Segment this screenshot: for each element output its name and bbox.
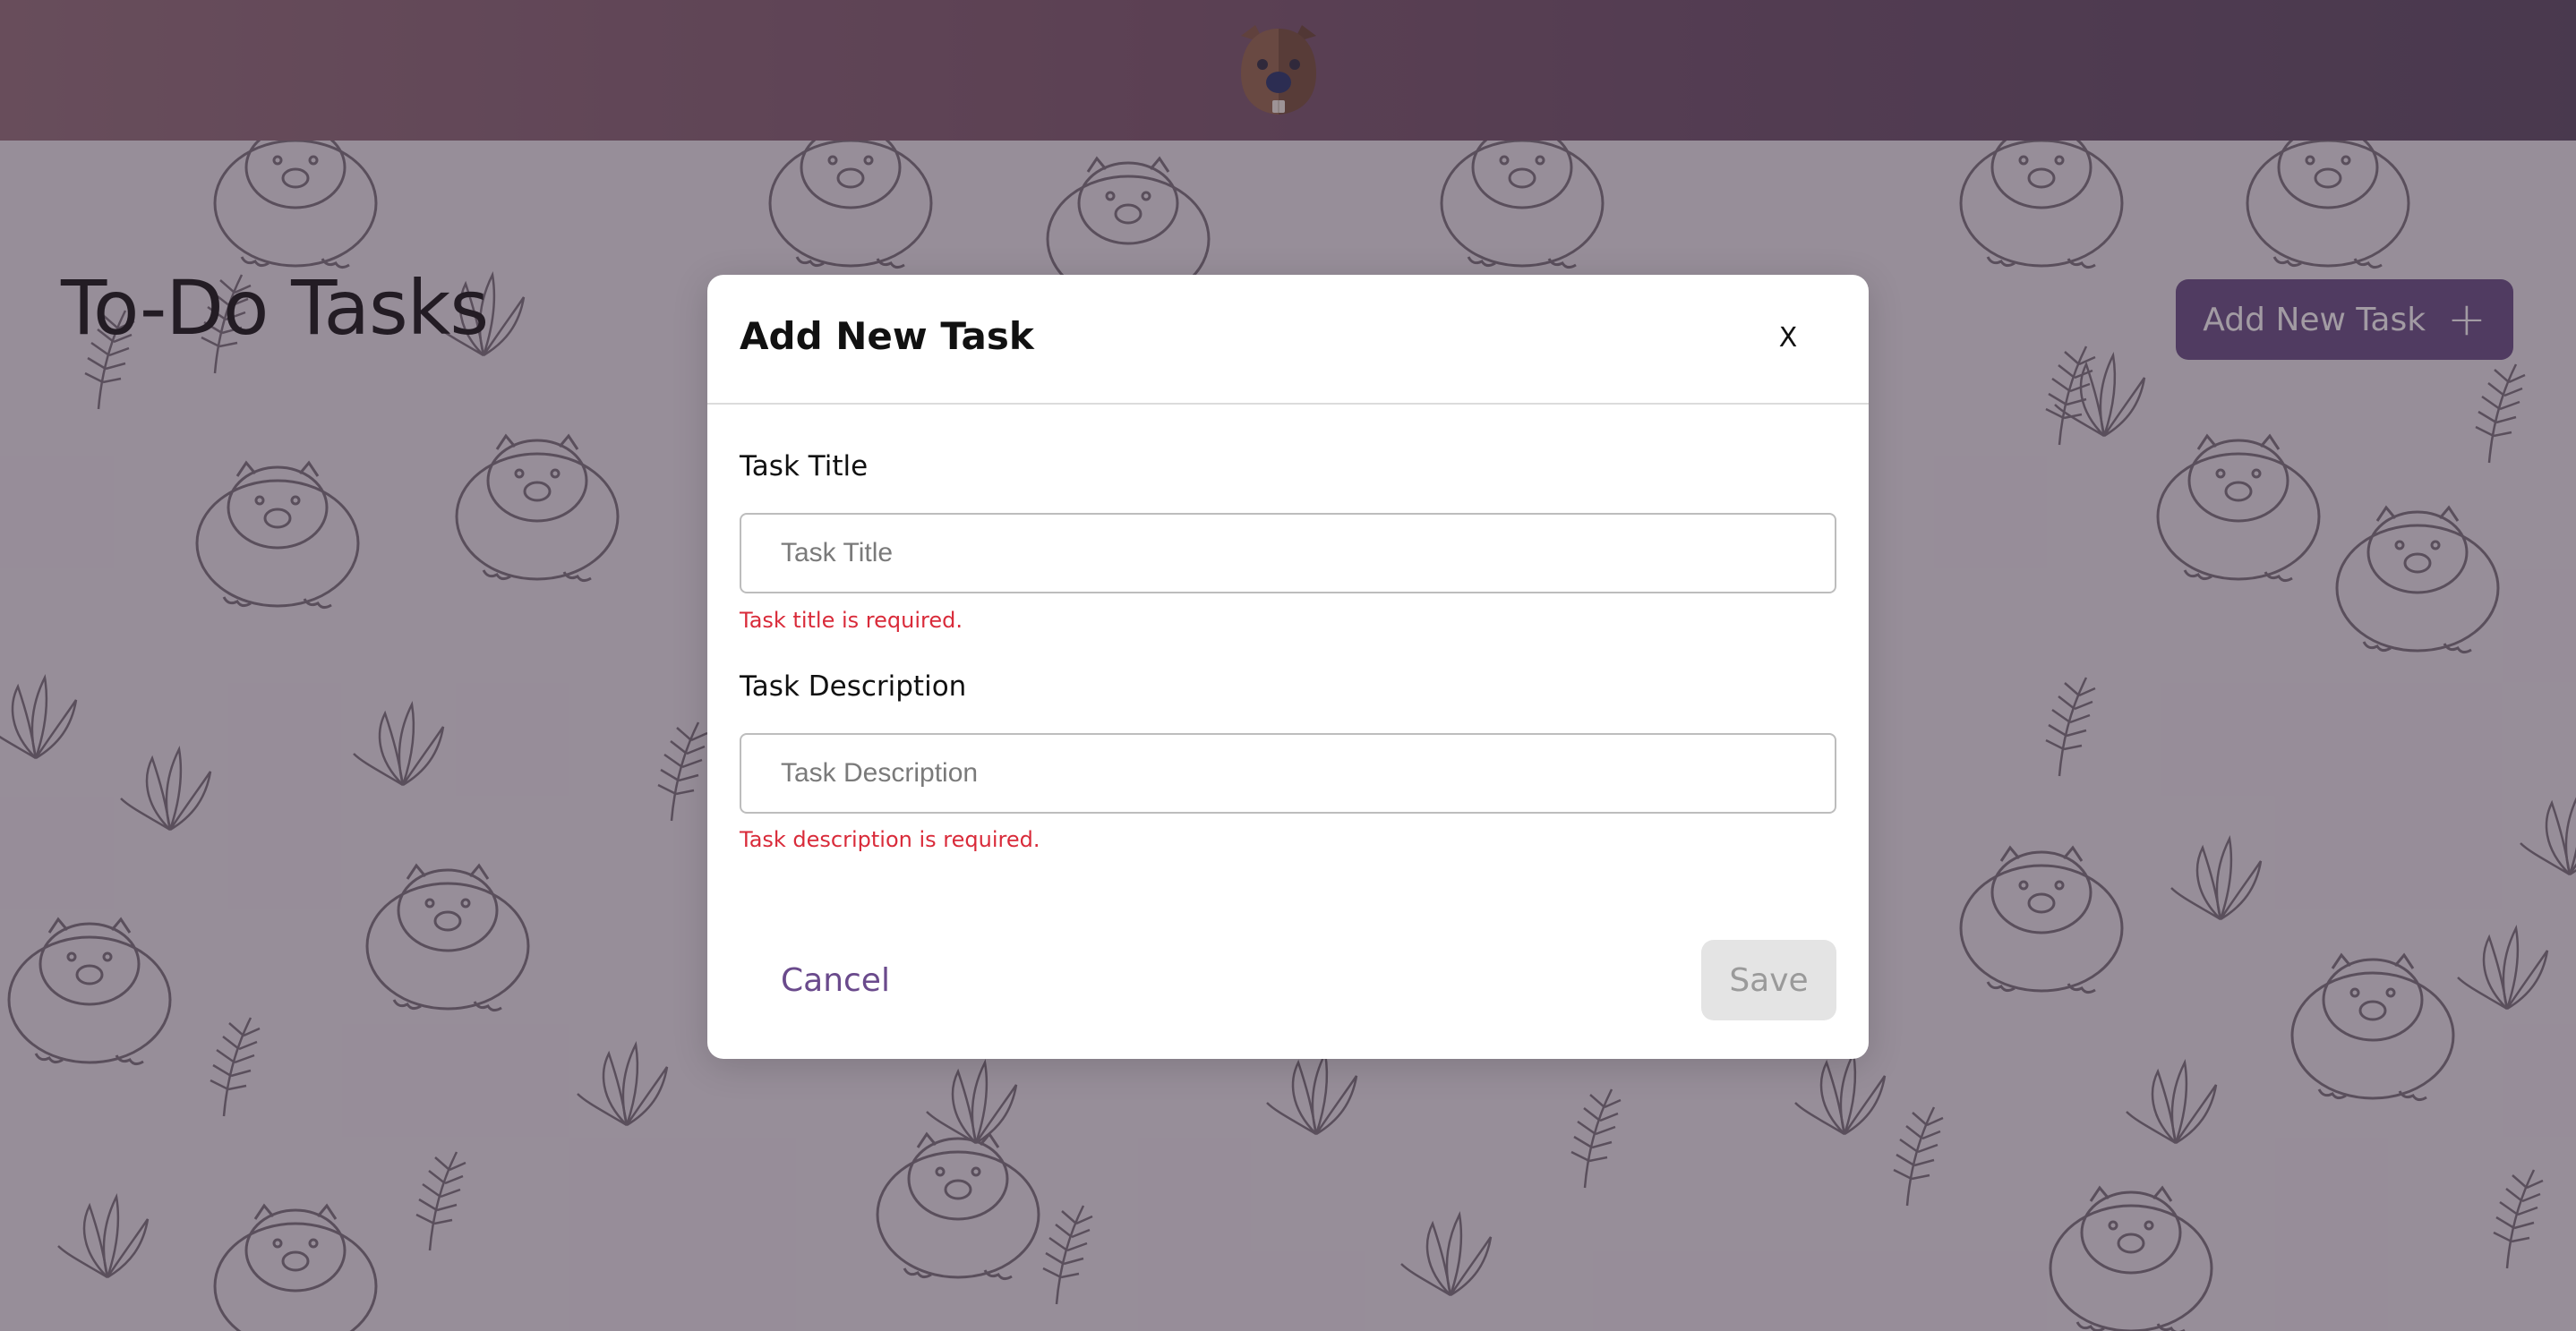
save-button[interactable]: Save xyxy=(1701,940,1836,1020)
task-description-error: Task description is required. xyxy=(740,827,1040,852)
task-title-input[interactable] xyxy=(740,513,1836,593)
task-description-input[interactable] xyxy=(740,733,1836,814)
task-description-label: Task Description xyxy=(740,670,967,703)
close-button[interactable]: X xyxy=(1761,311,1815,364)
task-title-error: Task title is required. xyxy=(740,608,963,633)
task-title-label: Task Title xyxy=(740,450,869,482)
modal-title: Add New Task xyxy=(740,314,1034,358)
modal-header: Add New Task X xyxy=(707,275,1869,405)
add-task-modal: Add New Task X Task Title Task title is … xyxy=(707,275,1869,1059)
cancel-button[interactable]: Cancel xyxy=(740,940,892,1020)
